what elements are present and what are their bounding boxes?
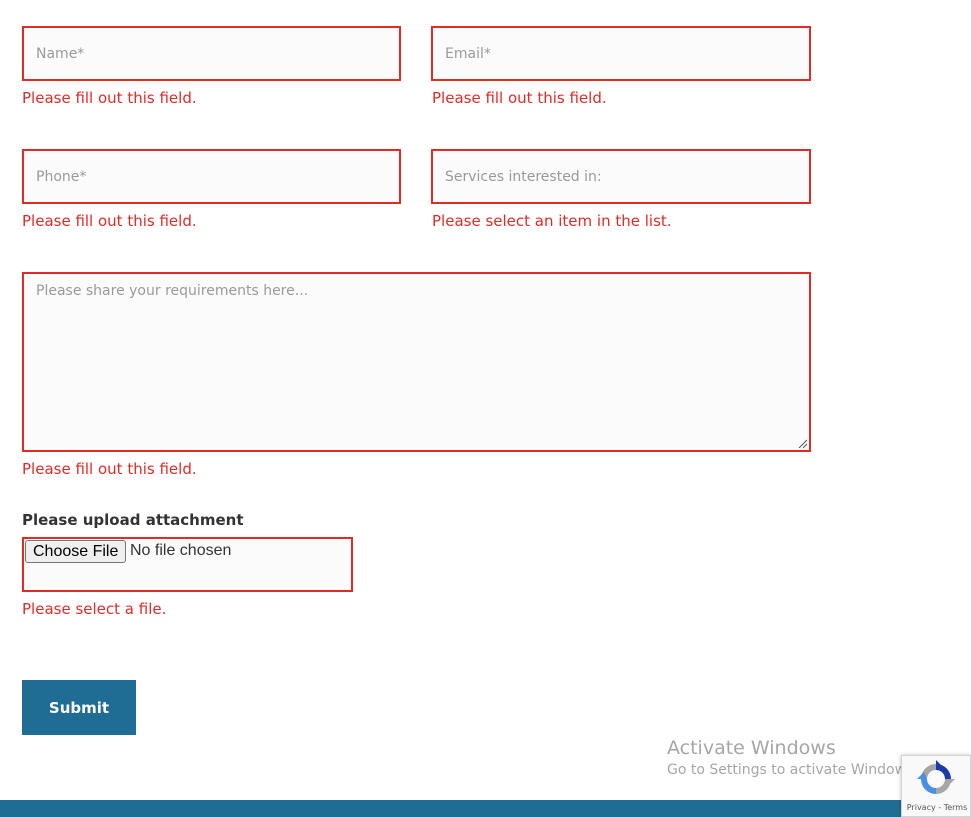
phone-error: Please fill out this field.: [22, 212, 197, 230]
services-error: Please select an item in the list.: [432, 212, 672, 230]
services-placeholder: Services interested in:: [445, 168, 602, 185]
phone-placeholder: Phone*: [36, 168, 87, 185]
recaptcha-links[interactable]: Privacy - Terms: [902, 803, 971, 812]
file-status: No file chosen: [130, 542, 232, 559]
footer-bar: [0, 800, 971, 817]
resize-grip-icon[interactable]: [798, 439, 807, 448]
submit-button[interactable]: Submit: [22, 680, 136, 735]
name-placeholder: Name*: [36, 45, 85, 62]
activate-windows-subtitle: Go to Settings to activate Windows.: [667, 762, 918, 778]
attachment-error: Please select a file.: [22, 600, 167, 618]
phone-field[interactable]: Phone*: [22, 149, 401, 204]
recaptcha-icon: [917, 760, 955, 794]
requirements-error: Please fill out this field.: [22, 460, 197, 478]
email-error: Please fill out this field.: [432, 89, 607, 107]
name-field[interactable]: Name*: [22, 26, 401, 81]
name-error: Please fill out this field.: [22, 89, 197, 107]
services-select[interactable]: Services interested in:: [431, 149, 811, 204]
attachment-label: Please upload attachment: [22, 511, 244, 529]
requirements-placeholder: Please share your requirements here...: [36, 283, 309, 299]
email-placeholder: Email*: [445, 45, 491, 62]
requirements-textarea[interactable]: Please share your requirements here...: [22, 272, 811, 452]
recaptcha-badge[interactable]: Privacy - Terms: [901, 755, 971, 817]
email-field[interactable]: Email*: [431, 26, 811, 81]
attachment-input[interactable]: Choose File No file chosen: [22, 537, 353, 592]
choose-file-button[interactable]: Choose File: [25, 540, 127, 563]
activate-windows-title: Activate Windows: [667, 737, 836, 759]
